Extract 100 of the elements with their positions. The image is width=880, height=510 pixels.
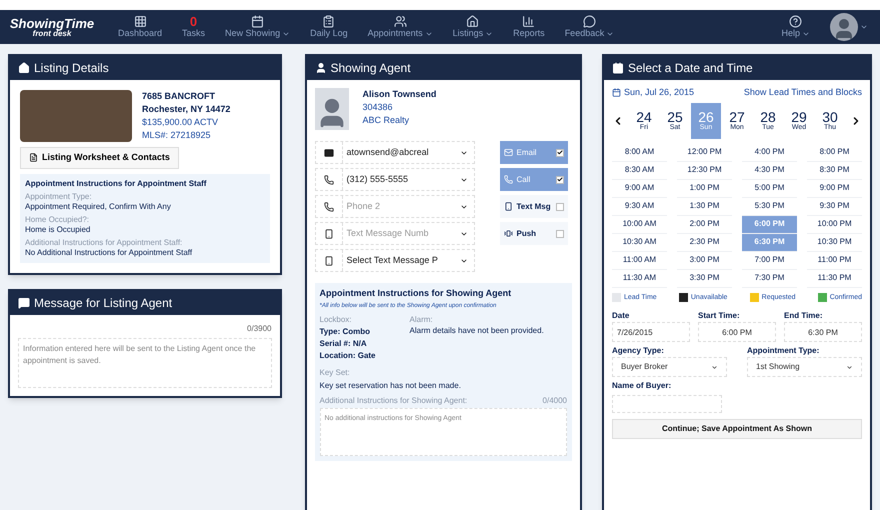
date-field[interactable]: 7/26/2015 (612, 322, 690, 342)
time-slot[interactable]: 10:30 AM (612, 234, 667, 252)
time-slot[interactable]: 10:00 PM (807, 216, 862, 234)
time-slot[interactable]: 7:30 PM (742, 270, 797, 288)
buyer-name-field[interactable] (612, 395, 722, 413)
mobile-phone-icon (324, 228, 334, 238)
time-slot[interactable]: 12:00 PM (677, 144, 732, 162)
time-slot[interactable]: 11:00 AM (612, 252, 667, 270)
lockbox-detail: Location: Gate (320, 350, 377, 361)
field-label: Name of Buyer: (612, 380, 672, 392)
field-value: Home is Occupied (25, 224, 92, 234)
time-slot[interactable]: 5:00 PM (742, 180, 797, 198)
nav-item[interactable]: 0 Tasks (172, 14, 216, 40)
instructions-title: Appointment Instructions for Appointment Staff (25, 178, 208, 188)
character-counter: 0/4000 (542, 395, 567, 406)
time-slot[interactable]: 10:00 AM (612, 216, 667, 234)
time-slot[interactable]: 10:30 PM (807, 234, 862, 252)
nav-item[interactable]: Daily Log (300, 14, 358, 40)
time-slot[interactable]: 1:30 PM (677, 198, 732, 216)
field-value: Key set reservation has not been made. (320, 380, 462, 391)
agent-company: ABC Realty (362, 114, 410, 127)
agency-type-select[interactable]: Buyer Broker (612, 357, 727, 377)
calendar-icon (612, 88, 621, 98)
time-slot[interactable]: 4:00 PM (742, 144, 797, 162)
listing-address: 7685 BANCROFT (142, 90, 216, 103)
checkbox (556, 202, 564, 210)
panel-title: Showing Agent (330, 60, 411, 77)
field-label: Start Time: (698, 310, 741, 322)
start-time-field[interactable]: 6:00 PM (698, 322, 776, 342)
time-slot[interactable]: 3:00 PM (677, 252, 732, 270)
notify-toggle[interactable]: Text Msg (500, 195, 568, 218)
contact-field[interactable]: atownsend@abcreal (314, 141, 474, 164)
field-label: Date (612, 310, 630, 322)
time-slot[interactable]: 12:30 PM (677, 162, 732, 180)
grid-icon (134, 14, 147, 28)
mobile-phone-icon (324, 256, 334, 266)
listing-city: Rochester, NY 14472 (142, 103, 230, 116)
time-slot[interactable]: 8:30 PM (807, 162, 862, 180)
field-value: Appointment Required, Confirm With Any (25, 202, 172, 212)
time-slot[interactable]: 8:00 AM (612, 144, 667, 162)
worksheet-button[interactable]: Listing Worksheet & Contacts (20, 147, 179, 168)
logo-title[interactable]: ShowingTime (10, 16, 94, 30)
agent-silhouette-icon (314, 88, 348, 130)
time-slot[interactable]: 7:00 PM (742, 252, 797, 270)
phone-icon (324, 202, 334, 212)
nav-item[interactable]: Appointments (358, 14, 443, 40)
time-slot[interactable]: 11:30 AM (612, 270, 667, 288)
document-icon (29, 153, 38, 162)
field-value: Alarm details have not been provided. (410, 325, 544, 336)
time-slot[interactable]: 3:30 PM (677, 270, 732, 288)
lockbox-detail: Serial #: N/A (320, 338, 368, 349)
time-slot[interactable]: 2:30 PM (677, 234, 732, 252)
field-label: End Time: (784, 310, 824, 322)
nav-item[interactable]: Feedback (554, 14, 624, 40)
end-time-field[interactable]: 6:30 PM (784, 322, 862, 342)
continue-button[interactable]: Continue; Save Appointment As Shown (612, 419, 862, 439)
field-label: Lockbox: (320, 314, 353, 325)
task-count: 0 (190, 14, 198, 28)
show-lead-times-link[interactable]: Show Lead Times and Blocks (744, 86, 862, 100)
message-field[interactable]: Information entered here will be sent to the Listing Agent once the appointment is saved. (18, 338, 272, 388)
house-icon (466, 14, 480, 28)
avatar-icon[interactable] (830, 13, 858, 41)
caret-icon (846, 364, 853, 370)
agent-id: 304386 (362, 101, 394, 114)
appointment-type-select[interactable]: 1st Showing (747, 357, 862, 377)
nav-item[interactable]: Listings (442, 14, 504, 40)
time-slot[interactable]: 1:00 PM (677, 180, 732, 198)
nav-item[interactable]: Reports (503, 14, 555, 40)
time-slot[interactable]: 9:00 AM (612, 180, 667, 198)
field-label: Alarm: (410, 314, 434, 325)
caret-icon (860, 23, 868, 31)
selected-date-link[interactable]: Sun, Jul 26, 2015 (624, 86, 694, 100)
time-slot[interactable]: 11:00 PM (807, 252, 862, 270)
time-slot[interactable]: 9:30 PM (807, 198, 862, 216)
nav-item[interactable]: New Showing (215, 14, 300, 40)
time-slot[interactable]: 9:00 PM (807, 180, 862, 198)
notify-toggle[interactable]: Push (500, 222, 568, 245)
field-label: Key Set: (320, 367, 351, 378)
panel-title: Listing Details (34, 60, 109, 77)
help-button[interactable]: Help (773, 14, 818, 40)
panel-title: Message for Listing Agent (34, 294, 172, 312)
time-slot[interactable]: 8:00 PM (807, 144, 862, 162)
time-slot[interactable]: 2:00 PM (677, 216, 732, 234)
agent-name: Alison Townsend (362, 88, 436, 101)
contact-field[interactable]: Select Text Message P (314, 249, 474, 272)
house-icon (18, 62, 30, 74)
listing-mls: MLS#: 27218925 (142, 129, 212, 142)
time-slot[interactable]: 8:30 AM (612, 162, 667, 180)
time-slot[interactable]: 9:30 AM (612, 198, 667, 216)
field-value: No Additional Instructions for Appointment Staff (25, 248, 194, 258)
time-slot[interactable]: 11:30 PM (807, 270, 862, 288)
field-label: Additional Instructions for Appointment Staff: (25, 238, 184, 248)
calendar-icon (251, 14, 264, 28)
time-slot[interactable]: 4:30 PM (742, 162, 797, 180)
field-label: Home Occupied?: (25, 214, 90, 224)
contact-field[interactable]: (312) 555-5555 (314, 168, 474, 191)
field-label: Appointment Type: (25, 192, 93, 202)
nav-item[interactable]: Dashboard (108, 14, 172, 40)
field-label: Additional Instructions for Showing Agent: (320, 395, 468, 406)
caret-icon (711, 364, 718, 370)
